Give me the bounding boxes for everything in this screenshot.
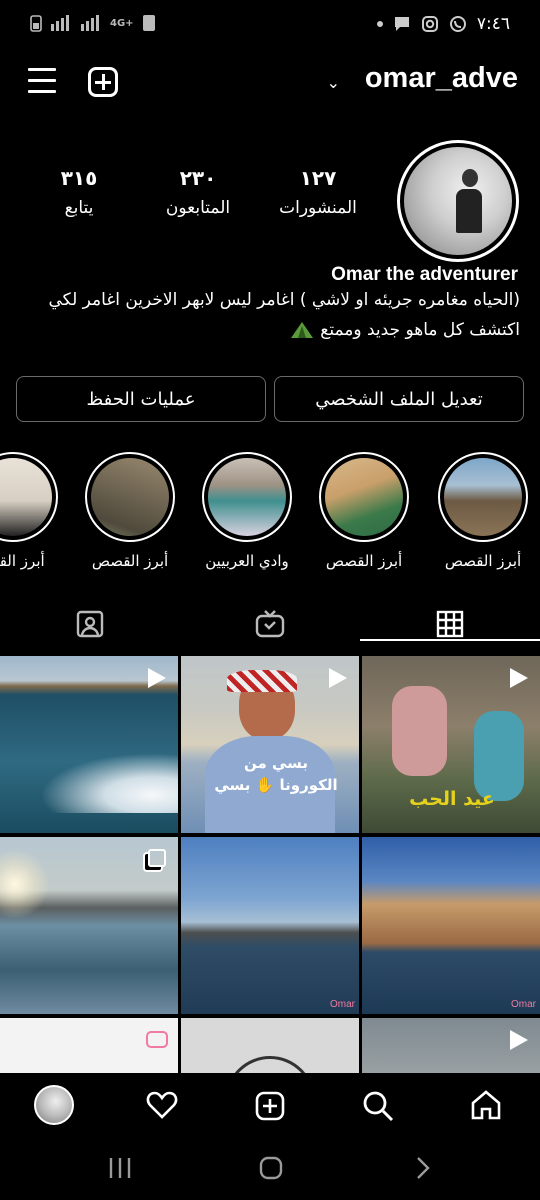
carousel-icon (148, 849, 166, 867)
igtv-icon (255, 610, 285, 638)
nav-profile-avatar[interactable] (34, 1085, 74, 1125)
highlight-cover (208, 458, 286, 536)
grid-post[interactable] (362, 1018, 540, 1073)
highlight-cover (325, 458, 403, 536)
stat-posts-value: ١٢٧ (299, 166, 337, 190)
grid-post[interactable] (0, 837, 178, 1014)
highlight-item[interactable]: وادي العربيين (201, 452, 293, 570)
tent-emoji-icon (291, 322, 314, 338)
highlight-label: أبرز القصص (444, 552, 522, 570)
post-caption-line-2: الكورونا ✋ بسي (214, 776, 338, 794)
status-left: 4G+ (30, 14, 156, 32)
grid-post[interactable]: عيد الحب (362, 656, 540, 833)
watermark: Omar (511, 999, 536, 1010)
stat-followers-label: المتابعون (165, 198, 231, 218)
grid-post[interactable] (181, 1018, 359, 1073)
stat-following-value: ٣١٥ (60, 166, 98, 190)
highlight-item[interactable]: أبرز القصص (84, 452, 176, 570)
stat-posts-label: المنشورات (279, 198, 357, 218)
bio-line-2-row: اكتشف كل ماهو جديد وممتع (290, 320, 520, 340)
highlight-label: أبرز القص (0, 552, 45, 570)
system-nav-bar (0, 1139, 540, 1200)
stat-followers[interactable]: ٢٣٠ المتابعون (133, 166, 263, 218)
post-caption-line-1: بسي من (243, 754, 309, 772)
signal-icon (51, 15, 69, 31)
highlight-label: أبرز القصص (91, 552, 169, 570)
highlight-label: وادي العربيين (205, 552, 289, 570)
avatar-image (404, 147, 512, 255)
highlight-item[interactable]: أبرز القصص (318, 452, 410, 570)
heart-icon[interactable] (146, 1090, 178, 1120)
reel-icon (510, 1030, 528, 1050)
tab-igtv[interactable] (180, 604, 360, 644)
instagram-icon (421, 16, 438, 32)
grid-post[interactable] (0, 1018, 178, 1073)
message-icon (394, 17, 409, 31)
igtv-icon (146, 1031, 168, 1048)
new-post-nav-icon[interactable] (254, 1090, 286, 1122)
search-icon[interactable] (362, 1090, 394, 1122)
tab-active-indicator (360, 639, 540, 641)
post-caption: عيد الحب (409, 788, 495, 810)
recycle-icon (142, 15, 155, 31)
stat-following[interactable]: ٣١٥ يتابع (14, 166, 144, 218)
new-post-icon[interactable] (88, 67, 118, 97)
bio-line-1: (الحياه مغامره جريئه او لاشي ) اغامر ليس… (48, 290, 520, 310)
bottom-nav (0, 1073, 540, 1139)
stat-posts[interactable]: ١٢٧ المنشورات (253, 166, 383, 218)
network-type: 4G+ (110, 17, 134, 29)
battery-icon (30, 15, 42, 32)
recents-icon[interactable] (108, 1157, 132, 1179)
status-bar: 4G+ ٧:٤٦ (0, 0, 540, 52)
profile-avatar[interactable] (397, 140, 519, 262)
bio-line-2: اكتشف كل ماهو جديد وممتع (320, 320, 520, 340)
profile-full-name: Omar the adventurer (331, 264, 518, 285)
dot-icon (376, 21, 383, 27)
reel-icon (329, 668, 347, 688)
highlight-item[interactable]: أبرز القص (0, 452, 59, 570)
edit-profile-button[interactable]: تعديل الملف الشخصي (274, 376, 524, 422)
highlight-cover (0, 458, 52, 536)
menu-icon[interactable] (28, 68, 56, 94)
signal-icon-2 (81, 15, 99, 31)
tagged-icon (76, 610, 104, 638)
grid-post[interactable]: Omar (181, 837, 359, 1014)
highlight-cover (444, 458, 522, 536)
highlight-item[interactable]: أبرز القصص (437, 452, 529, 570)
home-icon[interactable] (470, 1089, 502, 1121)
clock: ٧:٤٦ (476, 14, 510, 34)
stat-following-label: يتابع (64, 198, 94, 218)
grid-icon (436, 610, 464, 638)
saved-actions-button[interactable]: عمليات الحفظ (16, 376, 266, 422)
grid-post[interactable] (0, 656, 178, 833)
tab-tagged[interactable] (0, 604, 180, 644)
status-right: ٧:٤٦ (376, 14, 510, 34)
grid-post[interactable]: Omar (362, 837, 540, 1014)
home-button-icon[interactable] (259, 1156, 283, 1180)
username-switcher[interactable]: omar_adve (365, 62, 518, 95)
grid-post[interactable]: بسي من الكورونا ✋ بسي (181, 656, 359, 833)
reel-icon (148, 668, 166, 688)
highlight-label: أبرز القصص (325, 552, 403, 570)
highlight-cover (91, 458, 169, 536)
reel-icon (510, 668, 528, 688)
stat-followers-value: ٢٣٠ (179, 166, 217, 190)
whatsapp-icon (449, 16, 466, 32)
watermark: Omar (330, 999, 355, 1010)
chevron-down-icon[interactable]: ⌄ (327, 73, 340, 92)
tab-grid[interactable] (360, 604, 540, 644)
back-icon[interactable] (415, 1156, 431, 1180)
